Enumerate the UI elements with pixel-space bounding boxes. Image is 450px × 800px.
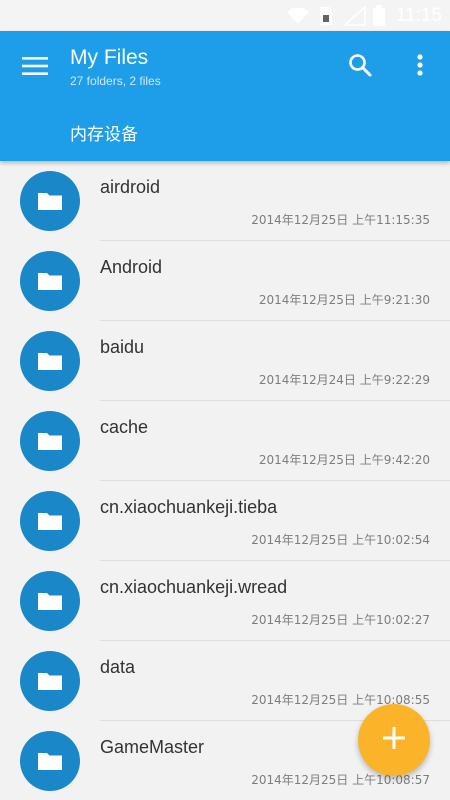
page-subtitle: 27 folders, 2 files bbox=[70, 74, 161, 88]
folder-icon bbox=[20, 251, 80, 311]
folder-icon bbox=[20, 731, 80, 791]
battery-icon bbox=[372, 0, 386, 31]
folder-icon bbox=[20, 411, 80, 471]
status-time: 11:15 bbox=[395, 5, 442, 26]
more-vert-icon bbox=[417, 54, 423, 80]
file-name: cn.xiaochuankeji.tieba bbox=[100, 497, 278, 517]
wifi-icon bbox=[286, 0, 310, 31]
file-date: 2014年12月25日 上午10:02:54 bbox=[251, 533, 430, 547]
list-item[interactable]: cn.xiaochuankeji.tieba 2014年12月25日 上午10:… bbox=[0, 481, 450, 561]
search-icon bbox=[348, 53, 372, 81]
page-title: My Files bbox=[70, 46, 149, 69]
search-button[interactable] bbox=[340, 47, 380, 87]
list-item[interactable]: baidu 2014年12月24日 上午9:22:29 bbox=[0, 321, 450, 401]
folder-icon bbox=[20, 491, 80, 551]
file-name: airdroid bbox=[100, 177, 161, 197]
file-name: Android bbox=[100, 257, 163, 277]
folder-icon bbox=[20, 571, 80, 631]
sim-card-icon bbox=[318, 0, 334, 31]
menu-icon bbox=[22, 56, 48, 80]
file-list: airdroid 2014年12月25日 上午11:15:35 Android … bbox=[0, 161, 450, 800]
current-path[interactable]: 内存设备 bbox=[70, 120, 138, 145]
list-item[interactable]: Android 2014年12月25日 上午9:21:30 bbox=[0, 241, 450, 321]
app-bar: My Files 27 folders, 2 files 内存设备 bbox=[0, 31, 450, 161]
add-button[interactable] bbox=[358, 704, 430, 776]
folder-icon bbox=[20, 171, 80, 231]
list-item[interactable]: cache 2014年12月25日 上午9:42:20 bbox=[0, 401, 450, 481]
list-item[interactable]: cn.xiaochuankeji.wread 2014年12月25日 上午10:… bbox=[0, 561, 450, 641]
plus-icon bbox=[383, 727, 405, 753]
folder-icon bbox=[20, 651, 80, 711]
file-name: cache bbox=[100, 417, 149, 437]
file-name: GameMaster bbox=[100, 737, 205, 757]
file-date: 2014年12月25日 上午9:42:20 bbox=[258, 453, 430, 467]
file-name: baidu bbox=[100, 337, 145, 357]
more-options-button[interactable] bbox=[404, 47, 436, 87]
file-date: 2014年12月24日 上午9:22:29 bbox=[258, 373, 430, 387]
status-bar: 11:15 bbox=[0, 0, 450, 31]
file-name: cn.xiaochuankeji.wread bbox=[100, 577, 288, 597]
file-date: 2014年12月25日 上午9:21:30 bbox=[258, 293, 430, 307]
file-date: 2014年12月25日 上午10:02:27 bbox=[251, 613, 430, 627]
file-date: 2014年12月25日 上午11:15:35 bbox=[251, 213, 430, 227]
folder-icon bbox=[20, 331, 80, 391]
menu-button[interactable] bbox=[14, 47, 56, 89]
file-name: data bbox=[100, 657, 136, 677]
signal-icon bbox=[344, 0, 366, 31]
list-item[interactable]: airdroid 2014年12月25日 上午11:15:35 bbox=[0, 161, 450, 241]
